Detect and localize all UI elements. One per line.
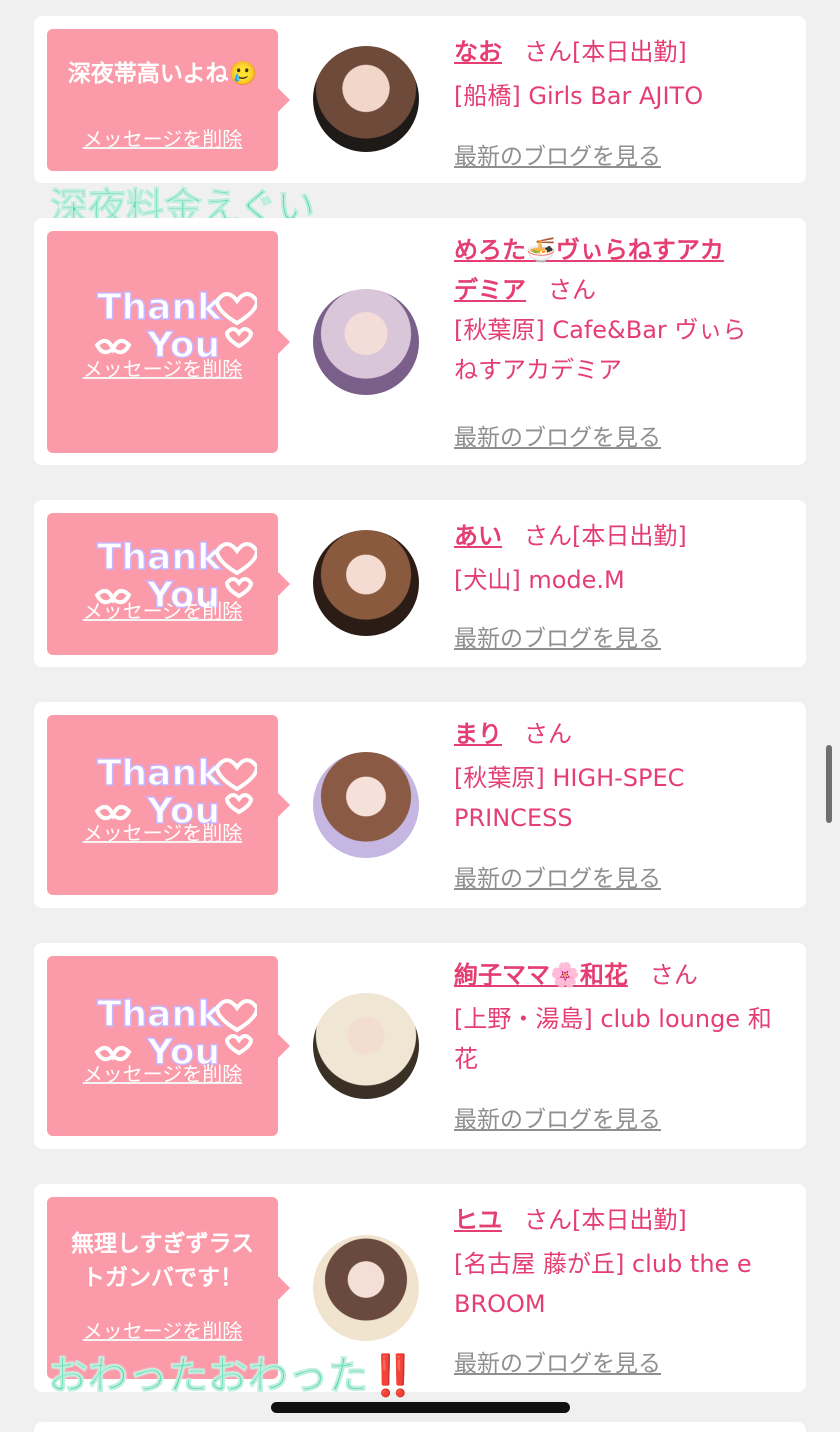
delete-message-link[interactable]: メッセージを削除 — [47, 595, 278, 624]
cast-name-link[interactable]: まり — [454, 720, 502, 748]
message-card-nao: 深夜帯高いよね🥲 メッセージを削除 なお さん[本日出勤] [船橋] Girls … — [34, 16, 806, 183]
avatar[interactable] — [313, 289, 419, 395]
shop-name: [犬山] mode.M — [454, 566, 625, 594]
cast-name-link[interactable]: なお — [454, 38, 502, 66]
latest-blog-link[interactable]: 最新のブログを見る — [454, 619, 661, 653]
shop-name: [秋葉原] HIGH-SPEC — [454, 764, 685, 792]
caption-overlay-bottom: おわったおわった‼️ — [48, 1353, 419, 1400]
cast-name-link[interactable]: めろた🍜ヴぃらねすアカ — [454, 236, 724, 264]
status-badge: [本日出勤] — [572, 522, 687, 550]
svg-text:Thank: Thank — [97, 994, 222, 1035]
svg-text:Thank: Thank — [97, 287, 222, 328]
latest-blog-link[interactable]: 最新のブログを見る — [454, 137, 661, 171]
scrollbar-thumb[interactable] — [826, 745, 832, 823]
shop-name: [名古屋 藤が丘] club the e — [454, 1250, 752, 1278]
shop-name: [上野・湯島] club lounge 和 — [454, 1005, 772, 1033]
delete-message-link[interactable]: メッセージを削除 — [47, 353, 278, 382]
cast-info: 絢子ママ🌸和花 さん [上野・湯島] club lounge 和 花 — [454, 955, 799, 1079]
avatar[interactable] — [313, 530, 419, 636]
delete-message-link[interactable]: メッセージを削除 — [47, 1058, 278, 1087]
honorific: さん — [524, 1206, 572, 1234]
avatar[interactable] — [313, 46, 419, 152]
honorific: さん — [524, 38, 572, 66]
avatar[interactable] — [313, 752, 419, 858]
avatar[interactable] — [313, 993, 419, 1099]
message-bubble: 深夜帯高いよね🥲 メッセージを削除 — [47, 29, 290, 171]
message-bubble: Thank You メッセージを削除 — [47, 513, 290, 655]
honorific: さん — [548, 276, 596, 304]
message-bubble: Thank You メッセージを削除 — [47, 715, 290, 895]
delete-message-link[interactable]: メッセージを削除 — [47, 1315, 278, 1344]
latest-blog-link[interactable]: 最新のブログを見る — [454, 1100, 661, 1134]
status-badge: [本日出勤] — [572, 1206, 687, 1234]
cast-name-link[interactable]: あい — [454, 522, 502, 550]
shop-name-continued: 花 — [454, 1045, 478, 1073]
message-card-merota: Thank You メッセージを削除 めろた🍜ヴぃらねすアカ デミア さん [秋葉… — [34, 218, 806, 465]
latest-blog-link[interactable]: 最新のブログを見る — [454, 1344, 661, 1378]
cast-info: めろた🍜ヴぃらねすアカ デミア さん [秋葉原] Cafe&Bar ヴぃら ねすア… — [454, 230, 799, 390]
honorific: さん — [649, 961, 698, 989]
message-bubble: Thank You メッセージを削除 — [47, 231, 290, 453]
cast-name-link[interactable]: 絢子ママ🌸和花 — [454, 961, 628, 989]
message-text-line2: トガンバです！ — [82, 1265, 243, 1291]
message-card-ai: Thank You メッセージを削除 あい さん[本日出勤] [犬山] mode.… — [34, 500, 806, 667]
message-text: 深夜帯高いよね🥲 — [67, 61, 258, 87]
svg-text:Thank: Thank — [97, 753, 222, 794]
latest-blog-link[interactable]: 最新のブログを見る — [454, 859, 661, 893]
cast-info: あい さん[本日出勤] [犬山] mode.M — [454, 516, 799, 600]
delete-message-link[interactable]: メッセージを削除 — [47, 123, 278, 152]
shop-name-continued: PRINCESS — [454, 804, 573, 832]
shop-name-continued: ねすアカデミア — [454, 356, 622, 384]
message-card-ayako: Thank You メッセージを削除 絢子ママ🌸和花 さん [上野・湯島] clu… — [34, 943, 806, 1149]
home-indicator[interactable] — [271, 1402, 570, 1413]
shop-name: [秋葉原] Cafe&Bar ヴぃら — [454, 316, 747, 344]
avatar[interactable] — [313, 1235, 419, 1341]
message-text-line1: 無理しすぎずラス — [70, 1231, 255, 1257]
cast-name-link-continued[interactable]: デミア — [454, 276, 526, 304]
message-bubble: Thank You メッセージを削除 — [47, 956, 290, 1136]
latest-blog-link[interactable]: 最新のブログを見る — [454, 418, 661, 452]
shop-name: [船橋] Girls Bar AJITO — [454, 82, 704, 110]
status-badge: [本日出勤] — [572, 38, 687, 66]
honorific: さん — [524, 522, 572, 550]
svg-text:Thank: Thank — [97, 537, 222, 578]
cast-info: なお さん[本日出勤] [船橋] Girls Bar AJITO — [454, 32, 799, 116]
cast-info: まり さん [秋葉原] HIGH-SPEC PRINCESS — [454, 714, 799, 838]
honorific: さん — [524, 720, 572, 748]
message-card-mari: Thank You メッセージを削除 まり さん [秋葉原] HIGH-SPEC … — [34, 702, 806, 908]
delete-message-link[interactable]: メッセージを削除 — [47, 817, 278, 846]
shop-name-continued: BROOM — [454, 1290, 546, 1318]
cast-info: ヒユ さん[本日出勤] [名古屋 藤が丘] club the e BROOM — [454, 1200, 799, 1324]
cast-name-link[interactable]: ヒユ — [454, 1206, 502, 1234]
